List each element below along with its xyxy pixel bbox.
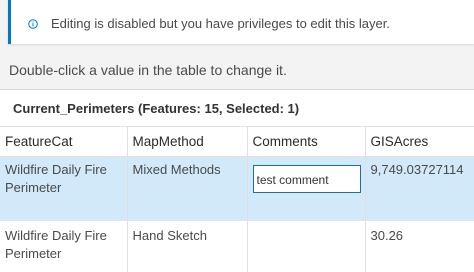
cell-comments[interactable]	[247, 220, 366, 272]
table-header-row: FeatureCat MapMethod Comments GISAcres	[0, 127, 474, 157]
cell-featurecat[interactable]: Wildfire Daily Fire Perimeter	[0, 156, 128, 221]
table-title: Current_Perimeters (Features: 15, Select…	[13, 101, 300, 116]
cell-gisacres[interactable]: 30.26	[365, 220, 474, 272]
info-circle-icon	[28, 19, 38, 29]
column-header-comments[interactable]: Comments	[247, 127, 366, 157]
edit-instruction: Double-click a value in the table to cha…	[9, 62, 287, 78]
comments-edit-input[interactable]	[252, 164, 361, 193]
column-header-mapmethod[interactable]: MapMethod	[127, 127, 248, 157]
cell-mapmethod[interactable]: Mixed Methods	[127, 156, 248, 221]
cell-gisacres[interactable]: 9,749.03727114	[365, 156, 474, 221]
notice-text: Editing is disabled but you have privile…	[51, 16, 390, 31]
column-header-gisacres[interactable]: GISAcres	[365, 127, 474, 157]
attribute-table: FeatureCat MapMethod Comments GISAcres W…	[0, 127, 474, 272]
cell-mapmethod[interactable]: Hand Sketch	[127, 220, 248, 272]
cell-featurecat[interactable]: Wildfire Daily Fire Perimeter	[0, 220, 128, 272]
table-row-selected[interactable]: Wildfire Daily Fire Perimeter Mixed Meth…	[0, 156, 474, 221]
cell-comments-editing[interactable]	[247, 156, 366, 221]
table-row[interactable]: Wildfire Daily Fire Perimeter Hand Sketc…	[0, 220, 474, 272]
attribute-table-panel: Current_Perimeters (Features: 15, Select…	[0, 89, 474, 272]
editing-disabled-notice: Editing is disabled but you have privile…	[8, 0, 474, 44]
column-header-featurecat[interactable]: FeatureCat	[0, 127, 128, 157]
